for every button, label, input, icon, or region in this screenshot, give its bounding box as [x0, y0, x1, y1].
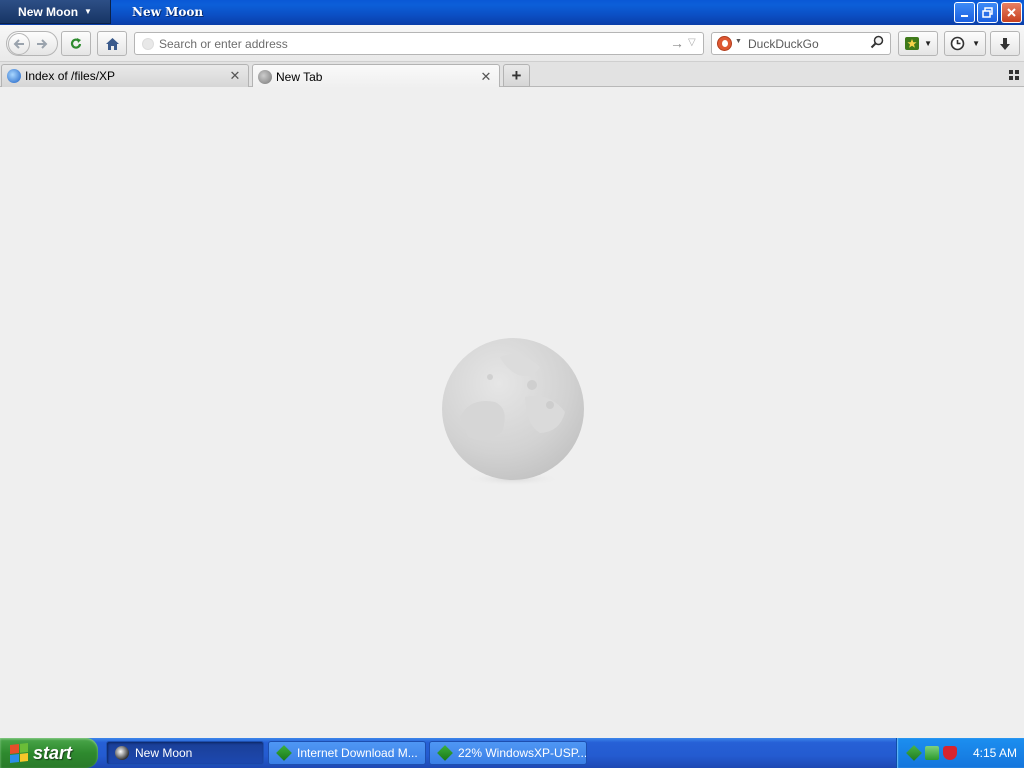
chevron-down-icon[interactable]: ▽	[688, 37, 696, 48]
moon-icon	[115, 746, 129, 760]
back-button[interactable]	[7, 32, 30, 55]
start-button[interactable]: start	[0, 738, 98, 768]
download-manager-icon	[276, 745, 292, 761]
taskbar-item-label: 22% WindowsXP-USP...	[458, 746, 587, 760]
taskbar-item-download-progress[interactable]: 22% WindowsXP-USP...	[429, 741, 587, 765]
engine-dropdown-icon[interactable]: ▼	[735, 38, 742, 45]
taskbar-item-internet-download-manager[interactable]: Internet Download M...	[268, 741, 426, 765]
tab-label: Index of /files/XP	[25, 69, 116, 83]
start-label: start	[33, 742, 73, 763]
list-all-tabs-icon[interactable]	[1008, 69, 1020, 81]
restore-icon	[982, 7, 993, 18]
home-button[interactable]	[97, 31, 127, 56]
go-arrow-icon[interactable]: →	[670, 35, 684, 51]
forward-arrow-icon	[37, 38, 48, 49]
address-input[interactable]	[159, 36, 659, 52]
page-identity-icon	[142, 38, 154, 50]
new-tab-button[interactable]: +	[503, 64, 530, 87]
address-bar[interactable]: → ▽	[134, 32, 704, 55]
restore-button[interactable]	[977, 2, 998, 23]
back-forward-group	[6, 31, 58, 56]
taskbar: start New Moon Internet Download M... 22…	[0, 738, 1024, 768]
globe-icon	[258, 69, 272, 84]
taskbar-item-label: New Moon	[135, 746, 193, 760]
tab-label: New Tab	[276, 69, 323, 84]
chevron-down-icon: ▼	[972, 39, 980, 48]
back-arrow-icon	[13, 38, 24, 49]
download-manager-icon	[437, 745, 453, 761]
clock[interactable]: 4:15 AM	[973, 746, 1017, 760]
bookmarks-star-icon	[905, 37, 919, 50]
home-icon	[105, 37, 119, 50]
tab-new-tab[interactable]: New Tab ✕	[252, 64, 500, 88]
system-tray: 4:15 AM	[896, 738, 1024, 768]
download-manager-tray-icon[interactable]	[906, 745, 922, 761]
tab-strip: Index of /files/XP ✕ New Tab ✕ +	[0, 62, 1024, 88]
chevron-down-icon: ▼	[84, 7, 92, 16]
plus-icon: +	[511, 65, 522, 85]
close-tab-icon[interactable]: ✕	[479, 69, 493, 85]
network-tray-icon[interactable]	[925, 746, 939, 760]
reload-button[interactable]	[61, 31, 91, 56]
minimize-button[interactable]	[954, 2, 975, 23]
duckduckgo-icon[interactable]	[717, 36, 732, 51]
window-title: New Moon	[132, 5, 204, 19]
download-arrow-icon	[1000, 37, 1010, 50]
clock-icon	[950, 36, 965, 51]
title-bar: New Moon ▼ New Moon	[0, 0, 1024, 25]
taskbar-item-label: Internet Download M...	[297, 746, 418, 760]
bookmarks-button[interactable]: ▼	[898, 31, 938, 56]
moon-logo-icon	[442, 338, 584, 486]
taskbar-item-new-moon[interactable]: New Moon	[106, 741, 264, 765]
globe-icon	[7, 69, 21, 83]
app-menu-button[interactable]: New Moon ▼	[0, 0, 111, 24]
history-button[interactable]: ▼	[944, 31, 986, 56]
app-menu-label: New Moon	[18, 4, 79, 19]
forward-button[interactable]	[33, 37, 51, 51]
search-icon[interactable]	[870, 35, 884, 52]
tab-index-of-files[interactable]: Index of /files/XP ✕	[1, 64, 249, 87]
reload-icon	[70, 37, 82, 49]
search-bar[interactable]: ▼	[711, 32, 891, 55]
new-tab-page	[0, 87, 1024, 738]
downloads-button[interactable]	[990, 31, 1020, 56]
close-window-button[interactable]	[1001, 2, 1022, 23]
navigation-toolbar: → ▽ ▼ ▼ ▼	[0, 25, 1024, 62]
security-shield-icon[interactable]	[943, 746, 957, 760]
search-input[interactable]	[748, 36, 868, 52]
close-icon	[1007, 8, 1016, 17]
minimize-icon	[961, 15, 968, 17]
windows-flag-icon	[10, 743, 28, 763]
chevron-down-icon: ▼	[924, 39, 932, 48]
close-tab-icon[interactable]: ✕	[228, 68, 242, 84]
